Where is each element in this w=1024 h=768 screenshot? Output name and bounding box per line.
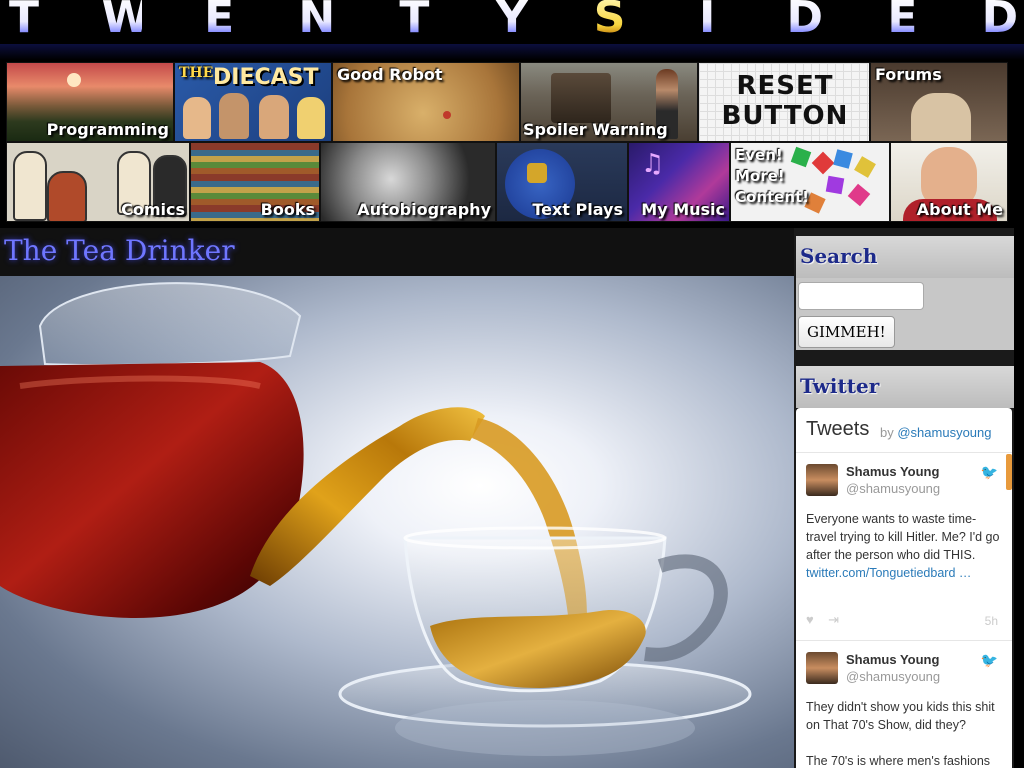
tweet-body-continued: The 70's is where men's fashions [806,754,991,768]
dice-icon [854,156,876,178]
banner-letter: T [394,0,434,60]
diecast-prefix: THE [179,65,214,81]
nav-tiles: Programming THE DIECAST Good Robot Spoil… [0,60,1014,228]
sidebar: Search GIMMEH! Twitter Tweets by @shamus… [794,228,1014,768]
tweet-text: They didn't show you kids this shit on T… [806,698,1002,768]
tweet-link[interactable]: twitter.com/Tonguetiedbard … [806,566,971,580]
nav-tile-label: DIECAST [213,65,319,90]
tweet-author-name[interactable]: Shamus Young [846,464,939,479]
banner-letter: D [980,0,1020,60]
dice-icon [811,151,835,175]
banner-letter: N [297,0,337,60]
nav-tile-label: My Music [641,200,725,219]
character-icon [47,171,87,221]
tweet-actions: ♥ ⇥ [806,612,839,628]
robot-icon [443,111,451,119]
heart-icon[interactable]: ♥ [806,612,814,627]
twitter-heading-bar: Twitter [796,366,1014,408]
nav-tile-label: Text Plays [532,200,623,219]
avatar[interactable] [806,652,838,684]
twitter-widget: Tweets by @shamusyoung Shamus Young @sha… [796,408,1012,768]
avatar[interactable] [806,464,838,496]
nav-tile-good-robot[interactable]: Good Robot [332,62,520,142]
character-icon [297,97,325,139]
search-button[interactable]: GIMMEH! [798,316,895,348]
tweet-author-handle[interactable]: @shamusyoung [846,481,940,496]
site-title: T W E N T Y S I D E D [0,0,1024,60]
music-note-icon: ♫ [641,149,665,179]
twitter-bird-icon: 🐦 [980,652,998,668]
dice-icon [825,175,845,195]
tweet-body: They didn't show you kids this shit on T… [806,700,995,732]
banner-letter: D [785,0,825,60]
banner-letter: W [102,0,151,60]
tweet-time[interactable]: 5h [985,614,998,628]
statue-icon [911,93,971,141]
nav-tile-text-plays[interactable]: Text Plays [496,142,628,222]
tweet-body: Everyone wants to waste time-travel tryi… [806,512,1000,562]
banner-letter: E [199,0,239,60]
banner-letter: E [882,0,922,60]
search-heading: Search [800,244,878,268]
dice-icon [847,183,871,207]
character-icon [13,151,47,221]
search-heading-bar: Search [796,236,1014,278]
search-form: GIMMEH! [796,278,1014,350]
character-icon [219,93,249,139]
search-input[interactable] [798,282,924,310]
nav-tile-about-me[interactable]: About Me [890,142,1008,222]
nav-tile-diecast[interactable]: THE DIECAST [174,62,332,142]
nav-tile-label: Spoiler Warning [523,120,668,139]
nav-tile-reset-button[interactable]: RESET BUTTON [698,62,870,142]
tweets-by: by @shamusyoung [880,425,992,440]
sun-icon [67,73,81,87]
twitter-bird-icon: 🐦 [980,464,998,480]
nav-tile-books[interactable]: Books [190,142,320,222]
banner-letter: Y [492,0,532,60]
character-icon [259,95,289,139]
ship-icon [551,73,611,123]
tweet-author-name[interactable]: Shamus Young [846,652,939,667]
nav-tile-label: About Me [916,200,1003,219]
post-image [0,276,794,768]
post-title-bar: The Tea Drinker [0,228,794,276]
nav-tile-label: Books [260,200,315,219]
tweet: Shamus Young @shamusyoung 🐦 Everyone wan… [796,454,1012,641]
nav-tile-label: Programming [46,120,169,139]
character-icon [183,97,211,139]
nav-tile-autobiography[interactable]: Autobiography [320,142,496,222]
nav-tile-programming[interactable]: Programming [6,62,174,142]
teapot-illustration [0,282,752,756]
nav-tile-my-music[interactable]: ♫ My Music [628,142,730,222]
banner-letter: S [590,0,630,60]
nav-tile-comics[interactable]: Comics [6,142,190,222]
nav-tile-forums[interactable]: Forums [870,62,1008,142]
nav-tile-label: Forums [875,65,942,84]
twitter-widget-header: Tweets by @shamusyoung [796,408,1012,453]
by-label: by [880,425,894,440]
tweet-text: Everyone wants to waste time-travel tryi… [806,510,1002,582]
site-banner[interactable]: T W E N T Y S I D E D [0,0,1024,60]
post-title[interactable]: The Tea Drinker [4,234,235,267]
nav-tile-label: Even! More! Content! [735,146,810,206]
twitter-handle-link[interactable]: @shamusyoung [897,425,991,440]
nav-tile-spoiler-warning[interactable]: Spoiler Warning [520,62,698,142]
nav-tile-label: Good Robot [337,65,443,84]
nav-tile-even-more-content[interactable]: Even! More! Content! [730,142,890,222]
dice-icon [833,149,853,169]
share-icon[interactable]: ⇥ [828,612,839,627]
banner-letter: T [4,0,44,60]
tweets-title: Tweets [806,418,870,440]
tweet-author-handle[interactable]: @shamusyoung [846,669,940,684]
avatar [921,147,977,207]
nav-tile-label: Autobiography [357,200,491,219]
banner-letter: I [687,0,727,60]
star-icon [527,163,547,183]
twitter-heading: Twitter [800,374,880,398]
nav-tile-label: RESET BUTTON [721,71,849,131]
nav-tile-label: Comics [121,200,185,219]
tweet: Shamus Young @shamusyoung 🐦 They didn't … [796,642,1012,768]
